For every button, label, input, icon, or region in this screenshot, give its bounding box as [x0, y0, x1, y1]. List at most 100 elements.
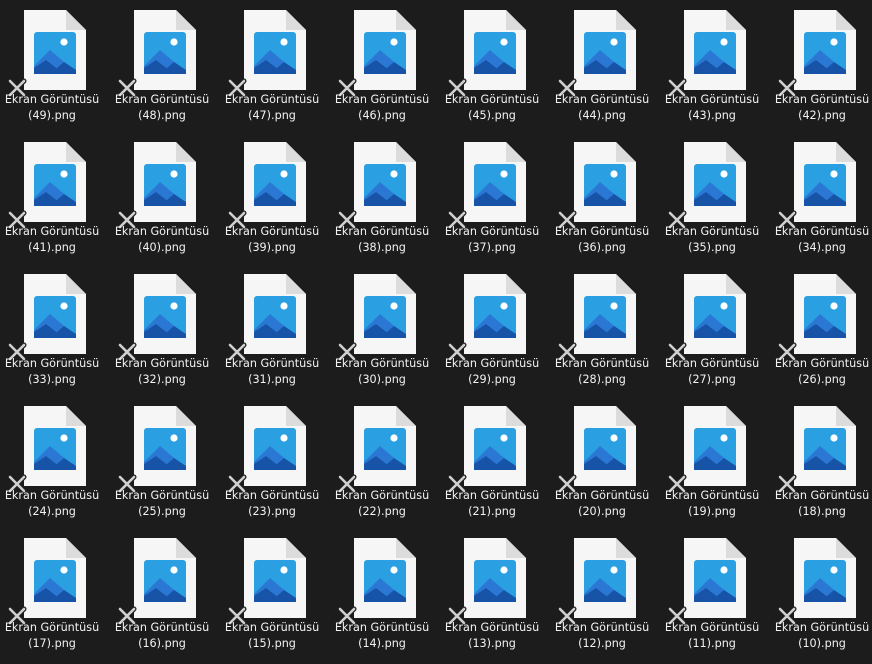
file-name-line1: Ekran Görüntüsü [664, 93, 760, 106]
file-name-label: Ekran Görüntüsü (22).png [330, 488, 434, 520]
image-file-icon [684, 274, 746, 354]
file-name-label: Ekran Görüntüsü (27).png [660, 356, 764, 388]
image-file-icon [354, 142, 416, 222]
file-item[interactable]: Ekran Görüntüsü (49).png [0, 0, 104, 130]
file-name-line1: Ekran Görüntüsü [774, 93, 870, 106]
file-item[interactable]: Ekran Görüntüsü (18).png [770, 396, 872, 526]
image-file-icon [24, 10, 86, 90]
file-name-line1: Ekran Görüntüsü [664, 357, 760, 370]
file-name-line2: (46).png [358, 109, 406, 122]
file-name-label: Ekran Görüntüsü (18).png [770, 488, 872, 520]
file-name-line2: (27).png [688, 373, 736, 386]
file-item[interactable]: Ekran Görüntüsü (14).png [330, 528, 434, 658]
file-name-label: Ekran Görüntüsü (12).png [550, 620, 654, 652]
image-file-icon [244, 406, 306, 486]
file-item[interactable]: Ekran Görüntüsü (21).png [440, 396, 544, 526]
file-name-line2: (10).png [798, 637, 846, 650]
file-item[interactable]: Ekran Görüntüsü (46).png [330, 0, 434, 130]
image-file-icon [794, 274, 856, 354]
file-name-line1: Ekran Görüntüsü [114, 225, 210, 238]
file-name-line2: (34).png [798, 241, 846, 254]
file-item[interactable]: Ekran Görüntüsü (16).png [110, 528, 214, 658]
file-item[interactable]: Ekran Görüntüsü (41).png [0, 132, 104, 262]
file-item[interactable]: Ekran Görüntüsü (20).png [550, 396, 654, 526]
file-item[interactable]: Ekran Görüntüsü (38).png [330, 132, 434, 262]
image-file-icon [684, 406, 746, 486]
file-item[interactable]: Ekran Görüntüsü (23).png [220, 396, 324, 526]
file-name-label: Ekran Görüntüsü (40).png [110, 224, 214, 256]
file-name-line2: (23).png [248, 505, 296, 518]
image-file-icon [574, 538, 636, 618]
file-name-line2: (32).png [138, 373, 186, 386]
file-name-label: Ekran Görüntüsü (30).png [330, 356, 434, 388]
file-item[interactable]: Ekran Görüntüsü (17).png [0, 528, 104, 658]
file-item[interactable]: Ekran Görüntüsü (31).png [220, 264, 324, 394]
file-item[interactable]: Ekran Görüntüsü (29).png [440, 264, 544, 394]
file-name-line2: (35).png [688, 241, 736, 254]
file-name-label: Ekran Görüntüsü (35).png [660, 224, 764, 256]
file-name-line2: (29).png [468, 373, 516, 386]
file-name-line1: Ekran Görüntüsü [224, 621, 320, 634]
file-item[interactable]: Ekran Görüntüsü (45).png [440, 0, 544, 130]
file-item[interactable]: Ekran Görüntüsü (35).png [660, 132, 764, 262]
file-item[interactable]: Ekran Görüntüsü (39).png [220, 132, 324, 262]
file-item[interactable]: Ekran Görüntüsü (15).png [220, 528, 324, 658]
file-item[interactable]: Ekran Görüntüsü (19).png [660, 396, 764, 526]
file-item[interactable]: Ekran Görüntüsü (25).png [110, 396, 214, 526]
file-grid: Ekran Görüntüsü (49).png Ekran Görüntüsü (4… [0, 0, 872, 664]
file-name-line1: Ekran Görüntüsü [334, 489, 430, 502]
file-name-label: Ekran Görüntüsü (46).png [330, 92, 434, 124]
image-file-icon [24, 142, 86, 222]
file-name-line1: Ekran Görüntüsü [444, 357, 540, 370]
file-name-line1: Ekran Görüntüsü [114, 621, 210, 634]
file-name-label: Ekran Görüntüsü (44).png [550, 92, 654, 124]
file-name-line1: Ekran Görüntüsü [554, 93, 650, 106]
file-name-line1: Ekran Görüntüsü [334, 357, 430, 370]
file-item[interactable]: Ekran Görüntüsü (12).png [550, 528, 654, 658]
file-name-label: Ekran Görüntüsü (43).png [660, 92, 764, 124]
file-name-line1: Ekran Görüntüsü [664, 489, 760, 502]
file-name-line1: Ekran Görüntüsü [444, 621, 540, 634]
file-item[interactable]: Ekran Görüntüsü (34).png [770, 132, 872, 262]
file-name-line1: Ekran Görüntüsü [664, 225, 760, 238]
file-item[interactable]: Ekran Görüntüsü (27).png [660, 264, 764, 394]
file-name-label: Ekran Görüntüsü (36).png [550, 224, 654, 256]
file-item[interactable]: Ekran Görüntüsü (36).png [550, 132, 654, 262]
image-file-icon [464, 10, 526, 90]
file-item[interactable]: Ekran Görüntüsü (11).png [660, 528, 764, 658]
file-item[interactable]: Ekran Görüntüsü (33).png [0, 264, 104, 394]
file-item[interactable]: Ekran Görüntüsü (40).png [110, 132, 214, 262]
file-item[interactable]: Ekran Görüntüsü (37).png [440, 132, 544, 262]
file-item[interactable]: Ekran Görüntüsü (28).png [550, 264, 654, 394]
file-item[interactable]: Ekran Görüntüsü (30).png [330, 264, 434, 394]
file-name-label: Ekran Görüntüsü (48).png [110, 92, 214, 124]
file-name-label: Ekran Görüntüsü (19).png [660, 488, 764, 520]
file-item[interactable]: Ekran Görüntüsü (43).png [660, 0, 764, 130]
image-file-icon [24, 538, 86, 618]
image-file-icon [354, 10, 416, 90]
file-name-line2: (21).png [468, 505, 516, 518]
file-item[interactable]: Ekran Görüntüsü (13).png [440, 528, 544, 658]
file-name-line2: (47).png [248, 109, 296, 122]
file-name-label: Ekran Görüntüsü (10).png [770, 620, 872, 652]
file-item[interactable]: Ekran Görüntüsü (47).png [220, 0, 324, 130]
file-name-line1: Ekran Görüntüsü [114, 93, 210, 106]
file-name-label: Ekran Görüntüsü (49).png [0, 92, 104, 124]
file-item[interactable]: Ekran Görüntüsü (10).png [770, 528, 872, 658]
file-item[interactable]: Ekran Görüntüsü (32).png [110, 264, 214, 394]
image-file-icon [464, 406, 526, 486]
file-item[interactable]: Ekran Görüntüsü (24).png [0, 396, 104, 526]
file-name-label: Ekran Görüntüsü (47).png [220, 92, 324, 124]
image-file-icon [574, 274, 636, 354]
file-item[interactable]: Ekran Görüntüsü (26).png [770, 264, 872, 394]
file-item[interactable]: Ekran Görüntüsü (48).png [110, 0, 214, 130]
file-name-line2: (19).png [688, 505, 736, 518]
image-file-icon [244, 274, 306, 354]
image-file-icon [244, 10, 306, 90]
file-name-line2: (48).png [138, 109, 186, 122]
file-item[interactable]: Ekran Görüntüsü (44).png [550, 0, 654, 130]
file-name-line1: Ekran Görüntüsü [554, 489, 650, 502]
file-item[interactable]: Ekran Görüntüsü (42).png [770, 0, 872, 130]
image-file-icon [244, 538, 306, 618]
file-item[interactable]: Ekran Görüntüsü (22).png [330, 396, 434, 526]
